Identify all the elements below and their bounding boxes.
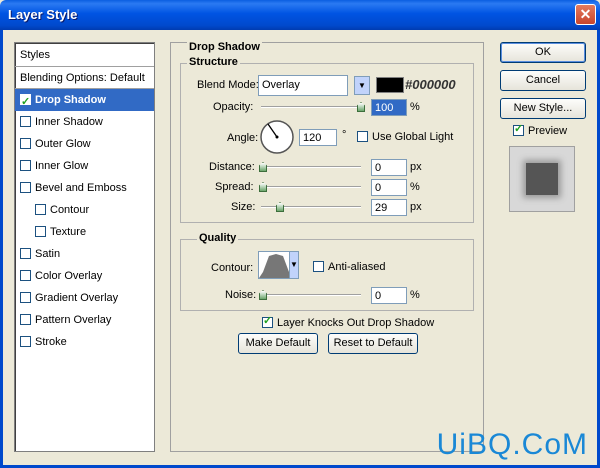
- quality-title: Quality: [197, 232, 239, 244]
- style-checkbox[interactable]: [20, 160, 31, 171]
- style-checkbox[interactable]: [20, 138, 31, 149]
- size-input[interactable]: 29: [371, 199, 407, 216]
- spread-slider[interactable]: [261, 186, 361, 188]
- section-title: Drop Shadow: [187, 41, 262, 53]
- ok-button[interactable]: OK: [500, 42, 586, 63]
- noise-slider[interactable]: [261, 294, 361, 296]
- color-hex: #000000: [405, 77, 456, 92]
- style-checkbox[interactable]: [20, 182, 31, 193]
- style-checkbox[interactable]: [20, 314, 31, 325]
- style-item-label: Satin: [35, 248, 61, 260]
- preview-checkbox[interactable]: [513, 122, 524, 136]
- blending-options-item[interactable]: Blending Options: Default: [15, 67, 154, 89]
- angle-label: Angle:: [227, 132, 259, 144]
- style-item-inner-shadow[interactable]: Inner Shadow: [15, 111, 154, 133]
- distance-unit: px: [410, 161, 422, 173]
- opacity-input[interactable]: 100: [371, 99, 407, 116]
- style-item-stroke[interactable]: Stroke: [15, 331, 154, 353]
- style-item-drop-shadow[interactable]: Drop Shadow: [15, 89, 154, 113]
- new-style-button[interactable]: New Style...: [500, 98, 586, 119]
- style-item-bevel-and-emboss[interactable]: Bevel and Emboss: [15, 177, 154, 199]
- opacity-unit: %: [410, 101, 420, 113]
- close-button[interactable]: ✕: [575, 4, 596, 25]
- blend-mode-select[interactable]: Overlay: [258, 75, 348, 96]
- style-item-pattern-overlay[interactable]: Pattern Overlay: [15, 309, 154, 331]
- chevron-down-icon[interactable]: ▼: [354, 76, 370, 95]
- style-item-label: Color Overlay: [35, 270, 103, 282]
- contour-dropdown-icon[interactable]: ▼: [289, 251, 299, 279]
- cancel-button[interactable]: Cancel: [500, 70, 586, 91]
- watermark: UiBQ.CoM: [436, 428, 588, 461]
- knockout-label[interactable]: Layer Knocks Out Drop Shadow: [262, 314, 434, 329]
- style-item-color-overlay[interactable]: Color Overlay: [15, 265, 154, 287]
- spread-unit: %: [410, 181, 420, 193]
- opacity-slider[interactable]: [261, 106, 361, 108]
- window-title: Layer Style: [8, 7, 78, 22]
- title-bar: Layer Style ✕: [0, 0, 600, 30]
- shadow-color-swatch[interactable]: [376, 77, 404, 93]
- style-checkbox[interactable]: [20, 91, 31, 113]
- distance-input[interactable]: 0: [371, 159, 407, 176]
- anti-aliased-checkbox[interactable]: [313, 261, 324, 272]
- knockout-checkbox[interactable]: [262, 314, 273, 328]
- style-item-label: Stroke: [35, 336, 67, 348]
- style-item-label: Outer Glow: [35, 138, 91, 150]
- size-unit: px: [410, 201, 422, 213]
- contour-curve-icon: [259, 254, 293, 278]
- style-item-label: Drop Shadow: [35, 94, 106, 106]
- blend-mode-label: Blend Mode:: [197, 79, 259, 91]
- style-item-label: Inner Shadow: [35, 116, 103, 128]
- style-checkbox[interactable]: [20, 116, 31, 127]
- preview-toggle[interactable]: Preview: [513, 122, 567, 137]
- contour-label: Contour:: [211, 262, 254, 274]
- blend-mode-value: Overlay: [262, 79, 300, 91]
- reset-default-button[interactable]: Reset to Default: [328, 333, 418, 354]
- style-item-contour[interactable]: Contour: [15, 199, 154, 221]
- style-item-label: Gradient Overlay: [35, 292, 119, 304]
- noise-label: Noise:: [225, 289, 257, 301]
- style-item-label: Bevel and Emboss: [35, 182, 127, 194]
- style-item-satin[interactable]: Satin: [15, 243, 154, 265]
- anti-aliased-label[interactable]: Anti-aliased: [313, 261, 385, 273]
- structure-title: Structure: [187, 56, 240, 68]
- close-icon: ✕: [579, 6, 592, 22]
- style-checkbox[interactable]: [20, 336, 31, 347]
- style-checkbox[interactable]: [20, 270, 31, 281]
- spread-label: Spread:: [215, 181, 254, 193]
- styles-list: Styles Blending Options: Default Drop Sh…: [14, 42, 155, 452]
- size-label: Size:: [231, 201, 256, 213]
- style-checkbox[interactable]: [20, 248, 31, 259]
- use-global-light-label[interactable]: Use Global Light: [357, 131, 453, 143]
- opacity-label: Opacity:: [213, 101, 254, 113]
- preview-thumbnail: [509, 146, 575, 212]
- preview-square: [526, 163, 558, 195]
- style-item-label: Texture: [50, 226, 87, 238]
- style-item-outer-glow[interactable]: Outer Glow: [15, 133, 154, 155]
- styles-header[interactable]: Styles: [15, 43, 154, 67]
- style-item-inner-glow[interactable]: Inner Glow: [15, 155, 154, 177]
- style-checkbox[interactable]: [35, 204, 46, 215]
- style-item-texture[interactable]: Texture: [15, 221, 154, 243]
- style-item-label: Pattern Overlay: [35, 314, 112, 326]
- use-global-light-checkbox[interactable]: [357, 131, 368, 142]
- noise-input[interactable]: 0: [371, 287, 407, 304]
- noise-unit: %: [410, 289, 420, 301]
- angle-dial-icon[interactable]: [259, 119, 295, 155]
- angle-unit: °: [342, 129, 347, 141]
- style-checkbox[interactable]: [35, 226, 46, 237]
- angle-input[interactable]: 120: [299, 129, 337, 146]
- spread-input[interactable]: 0: [371, 179, 407, 196]
- make-default-button[interactable]: Make Default: [238, 333, 318, 354]
- distance-slider[interactable]: [261, 166, 361, 168]
- style-item-label: Contour: [50, 204, 90, 216]
- drop-shadow-panel: Drop Shadow Structure Blend Mode: Overla…: [170, 41, 484, 452]
- style-item-label: Inner Glow: [35, 160, 89, 172]
- style-checkbox[interactable]: [20, 292, 31, 303]
- style-item-gradient-overlay[interactable]: Gradient Overlay: [15, 287, 154, 309]
- distance-label: Distance:: [209, 161, 255, 173]
